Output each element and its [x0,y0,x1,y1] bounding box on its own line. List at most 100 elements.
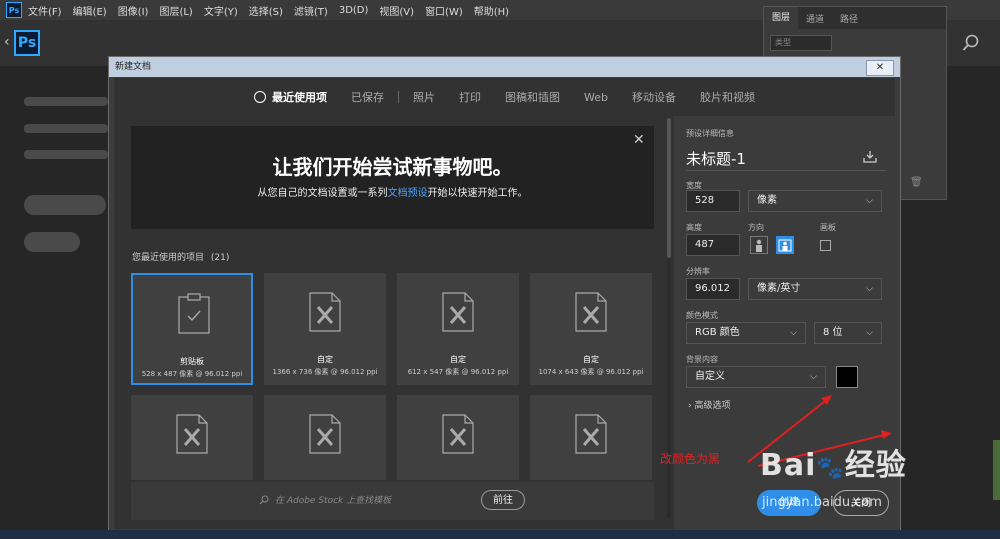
chevron-down-icon: ⌵ [866,284,873,294]
recent-item-custom[interactable]: 自定 612 x 547 像素 @ 96.012 ppi [397,273,519,385]
scrollbar-thumb[interactable] [667,118,671,258]
placeholder-button [24,195,106,215]
close-icon[interactable]: ✕ [633,132,645,148]
item-name: 自定 [450,355,466,364]
baidu-watermark: Bai🐾经验 [760,440,907,484]
menu-help[interactable]: 帮助(H) [474,3,509,18]
recent-item-clipboard[interactable]: 剪贴板 528 x 487 像素 @ 96.012 ppi [131,273,253,385]
back-chevron-icon[interactable]: ‹ [4,34,10,50]
watermark-brand-rest: 经验 [844,448,907,483]
custom-document-icon [575,414,607,454]
document-presets-link[interactable]: 文档预设 [388,188,428,199]
tab-mobile[interactable]: 移动设备 [632,89,676,105]
custom-document-icon [176,414,208,454]
clock-icon [254,91,266,103]
chevron-down-icon: ⌵ [810,372,817,382]
tab-layers[interactable]: 图层 [764,7,799,29]
background-color-swatch[interactable] [836,366,858,388]
menu-select[interactable]: 选择(S) [249,3,283,18]
tab-saved[interactable]: 已保存 [351,89,384,105]
recent-label: 您最近使用的项目 [132,253,205,263]
go-button[interactable]: 前往 [481,490,525,510]
resolution-unit-select[interactable]: 像素/英寸 ⌵ [748,278,882,300]
menu-filter[interactable]: 滤镜(T) [294,3,328,18]
tab-web[interactable]: Web [584,91,608,104]
width-input[interactable]: 528 [686,190,740,212]
menu-image[interactable]: 图像(I) [118,3,149,18]
menu-window[interactable]: 窗口(W) [425,3,463,18]
recent-item-custom[interactable]: 自定 1366 x 736 像素 @ 96.012 ppi [264,273,386,385]
background-contents-select[interactable]: 自定义 ⌵ [686,366,826,388]
tab-paths[interactable]: 路径 [832,12,866,25]
recent-item[interactable] [530,395,652,480]
layer-filter-select[interactable]: 类型 [770,35,832,51]
tab-print[interactable]: 打印 [459,89,481,105]
resolution-label: 分辨率 [686,267,710,276]
tab-art-illustration[interactable]: 图稿和插图 [505,89,560,105]
divider [686,170,886,171]
select-value: 自定义 [695,371,725,382]
subtitle-text: 开始以快速开始工作。 [427,188,528,199]
watermark-brand: Bai [760,448,817,483]
menu-layer[interactable]: 图层(L) [159,3,192,18]
landscape-orientation-button[interactable] [776,236,794,254]
artboard-label: 画板 [820,223,836,232]
background-contents-label: 背景内容 [686,355,718,364]
advanced-options-toggle[interactable]: › 高级选项 [688,398,731,411]
save-preset-icon[interactable] [863,150,877,163]
photoshop-app-icon: Ps [6,2,22,18]
select-value: 8 位 [823,327,843,338]
dialog-title: 新建文档 [115,62,152,72]
artboard-checkbox[interactable] [820,240,831,251]
placeholder-bar [24,150,108,159]
select-value: 像素/英寸 [757,283,801,294]
placeholder-bar [24,124,108,133]
select-value: RGB 颜色 [695,327,740,338]
tab-photo[interactable]: 照片 [413,89,435,105]
tab-channels[interactable]: 通道 [798,12,832,25]
item-meta: 528 x 487 像素 @ 96.012 ppi [141,370,243,378]
portrait-icon [756,239,762,252]
tab-label: 最近使用项 [272,91,327,104]
advanced-options-label: 高级选项 [694,401,731,411]
photoshop-logo: Ps [14,30,40,56]
height-input[interactable]: 487 [686,234,740,256]
recent-item[interactable] [264,395,386,480]
welcome-title: 让我们开始尝试新事物吧。 [272,155,513,179]
menu-3d[interactable]: 3D(D) [339,5,369,16]
recent-item[interactable] [397,395,519,480]
recent-items-heading: 您最近使用的项目 (21) [132,250,229,263]
recent-item-custom[interactable]: 自定 1074 x 643 像素 @ 96.012 ppi [530,273,652,385]
color-mode-label: 颜色模式 [686,311,718,320]
height-label: 高度 [686,223,702,232]
search-icon[interactable] [962,34,980,52]
item-meta: 1074 x 643 像素 @ 96.012 ppi [538,368,644,376]
placeholder-button [24,232,80,252]
welcome-banner: ✕ 让我们开始尝试新事物吧。 从您自己的文档设置或一系列文档预设开始以快速开始工… [131,126,654,229]
dialog-titlebar: 新建文档 ✕ [109,57,900,77]
tab-label: 打印 [459,91,481,104]
tab-label: Web [584,90,608,104]
resolution-input[interactable]: 96.012 [686,278,740,300]
menu-file[interactable]: 文件(F) [28,3,62,18]
portrait-orientation-button[interactable] [750,236,768,254]
recent-item[interactable] [131,395,253,480]
tab-recent[interactable]: 最近使用项 [254,89,327,105]
width-unit-select[interactable]: 像素 ⌵ [748,190,882,212]
trash-icon[interactable]: 🗑 [910,177,923,188]
menu-edit[interactable]: 编辑(E) [73,3,107,18]
item-meta: 1366 x 736 像素 @ 96.012 ppi [272,368,378,376]
clipboard-document-icon [178,293,210,334]
custom-document-icon [309,292,341,332]
menu-view[interactable]: 视图(V) [379,3,414,18]
menu-type[interactable]: 文字(Y) [204,3,238,18]
dialog-close-button[interactable]: ✕ [866,60,894,76]
windows-taskbar [0,530,1000,539]
document-name-input[interactable]: 未标题-1 [686,148,746,169]
adobe-stock-search-bar: 在 Adobe Stock 上查找模板 前往 [131,482,654,520]
subtitle-text: 从您自己的文档设置或一系列 [257,188,388,199]
tab-film-video[interactable]: 胶片和视频 [700,89,755,105]
stock-search-input[interactable]: 在 Adobe Stock 上查找模板 [255,492,491,510]
color-mode-select[interactable]: RGB 颜色 ⌵ [686,322,806,344]
bit-depth-select[interactable]: 8 位 ⌵ [814,322,882,344]
